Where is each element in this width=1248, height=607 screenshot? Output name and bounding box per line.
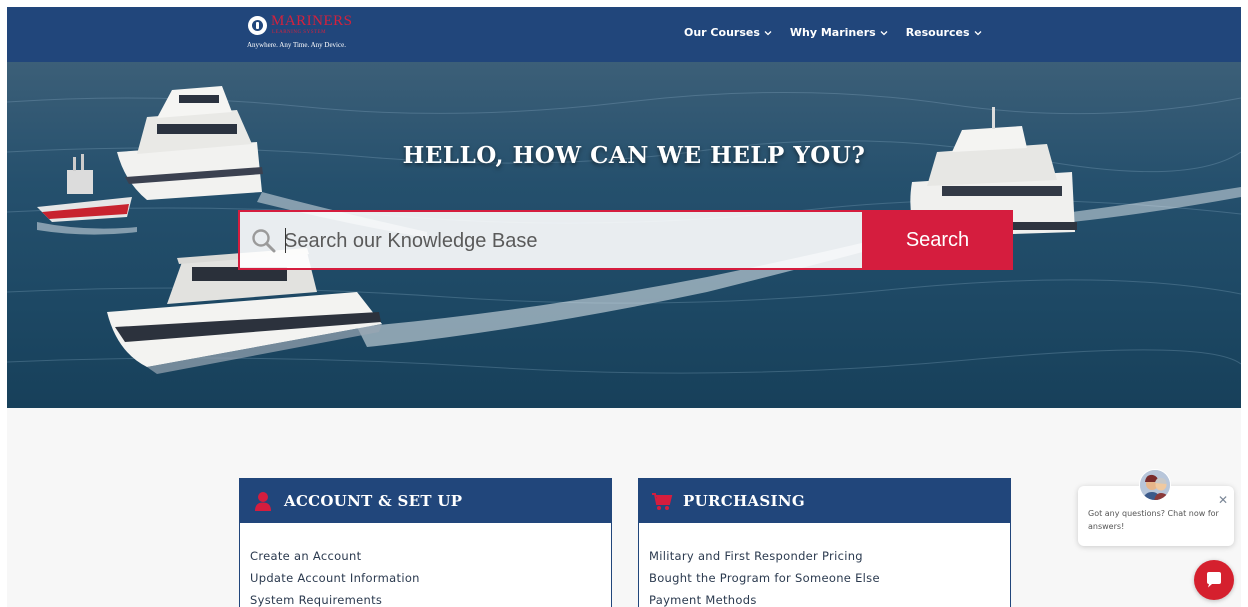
hero-banner: HELLO, HOW CAN WE HELP YOU? Search [7,62,1241,408]
card-title: ACCOUNT & SET UP [284,492,463,510]
agent-avatar [1139,469,1171,501]
chat-launcher-button[interactable] [1194,560,1234,600]
chat-prompt-text: Got any questions? Chat now for answers! [1088,509,1219,531]
close-icon[interactable]: ✕ [1218,494,1228,506]
nav-label: Resources [905,26,970,39]
main-nav: Our Courses Why Mariners Resources [684,26,982,39]
card-link-list: Create an Account Update Account Informa… [240,523,611,607]
link-system-requirements[interactable]: System Requirements [250,589,611,607]
link-bought-for-someone[interactable]: Bought the Program for Someone Else [649,567,1010,589]
page: MARINERS LEARNING SYSTEM Anywhere. Any T… [7,7,1241,607]
search-box [238,210,862,270]
link-create-account[interactable]: Create an Account [250,545,611,567]
link-update-account[interactable]: Update Account Information [250,567,611,589]
logo-subtitle: LEARNING SYSTEM [272,30,327,35]
search-button[interactable]: Search [862,210,1013,270]
nav-why-mariners[interactable]: Why Mariners [790,26,888,39]
link-payment-methods[interactable]: Payment Methods [649,589,1010,607]
search-input[interactable] [284,224,844,258]
knowledge-base-search: Search [238,210,1013,270]
chevron-down-icon [880,30,888,35]
mariners-logo[interactable]: MARINERS LEARNING SYSTEM Anywhere. Any T… [246,14,386,54]
hero-title: HELLO, HOW CAN WE HELP YOU? [402,142,866,169]
link-military-pricing[interactable]: Military and First Responder Pricing [649,545,1010,567]
chevron-down-icon [974,30,981,35]
lighthouse-logo-icon [248,16,267,35]
category-card-account: ACCOUNT & SET UP Create an Account Updat… [239,478,612,607]
top-nav-bar: MARINERS LEARNING SYSTEM Anywhere. Any T… [7,7,1241,62]
nav-resources[interactable]: Resources [906,26,982,39]
card-header[interactable]: PURCHASING [639,479,1010,523]
nav-our-courses[interactable]: Our Courses [684,26,772,39]
logo-tagline: Anywhere. Any Time. Any Device. [247,41,346,49]
chevron-down-icon [764,30,772,35]
card-header[interactable]: ACCOUNT & SET UP [240,479,611,523]
shopping-cart-icon [652,493,673,510]
search-icon [252,229,276,253]
chat-icon [1207,572,1221,588]
logo-name: MARINERS [271,13,353,29]
text-caret [285,228,286,253]
card-title: PURCHASING [683,492,805,510]
user-icon [255,492,271,511]
card-link-list: Military and First Responder Pricing Bou… [639,523,1010,607]
nav-label: Our Courses [684,26,760,39]
category-card-purchasing: PURCHASING Military and First Responder … [638,478,1011,607]
nav-label: Why Mariners [789,26,876,39]
